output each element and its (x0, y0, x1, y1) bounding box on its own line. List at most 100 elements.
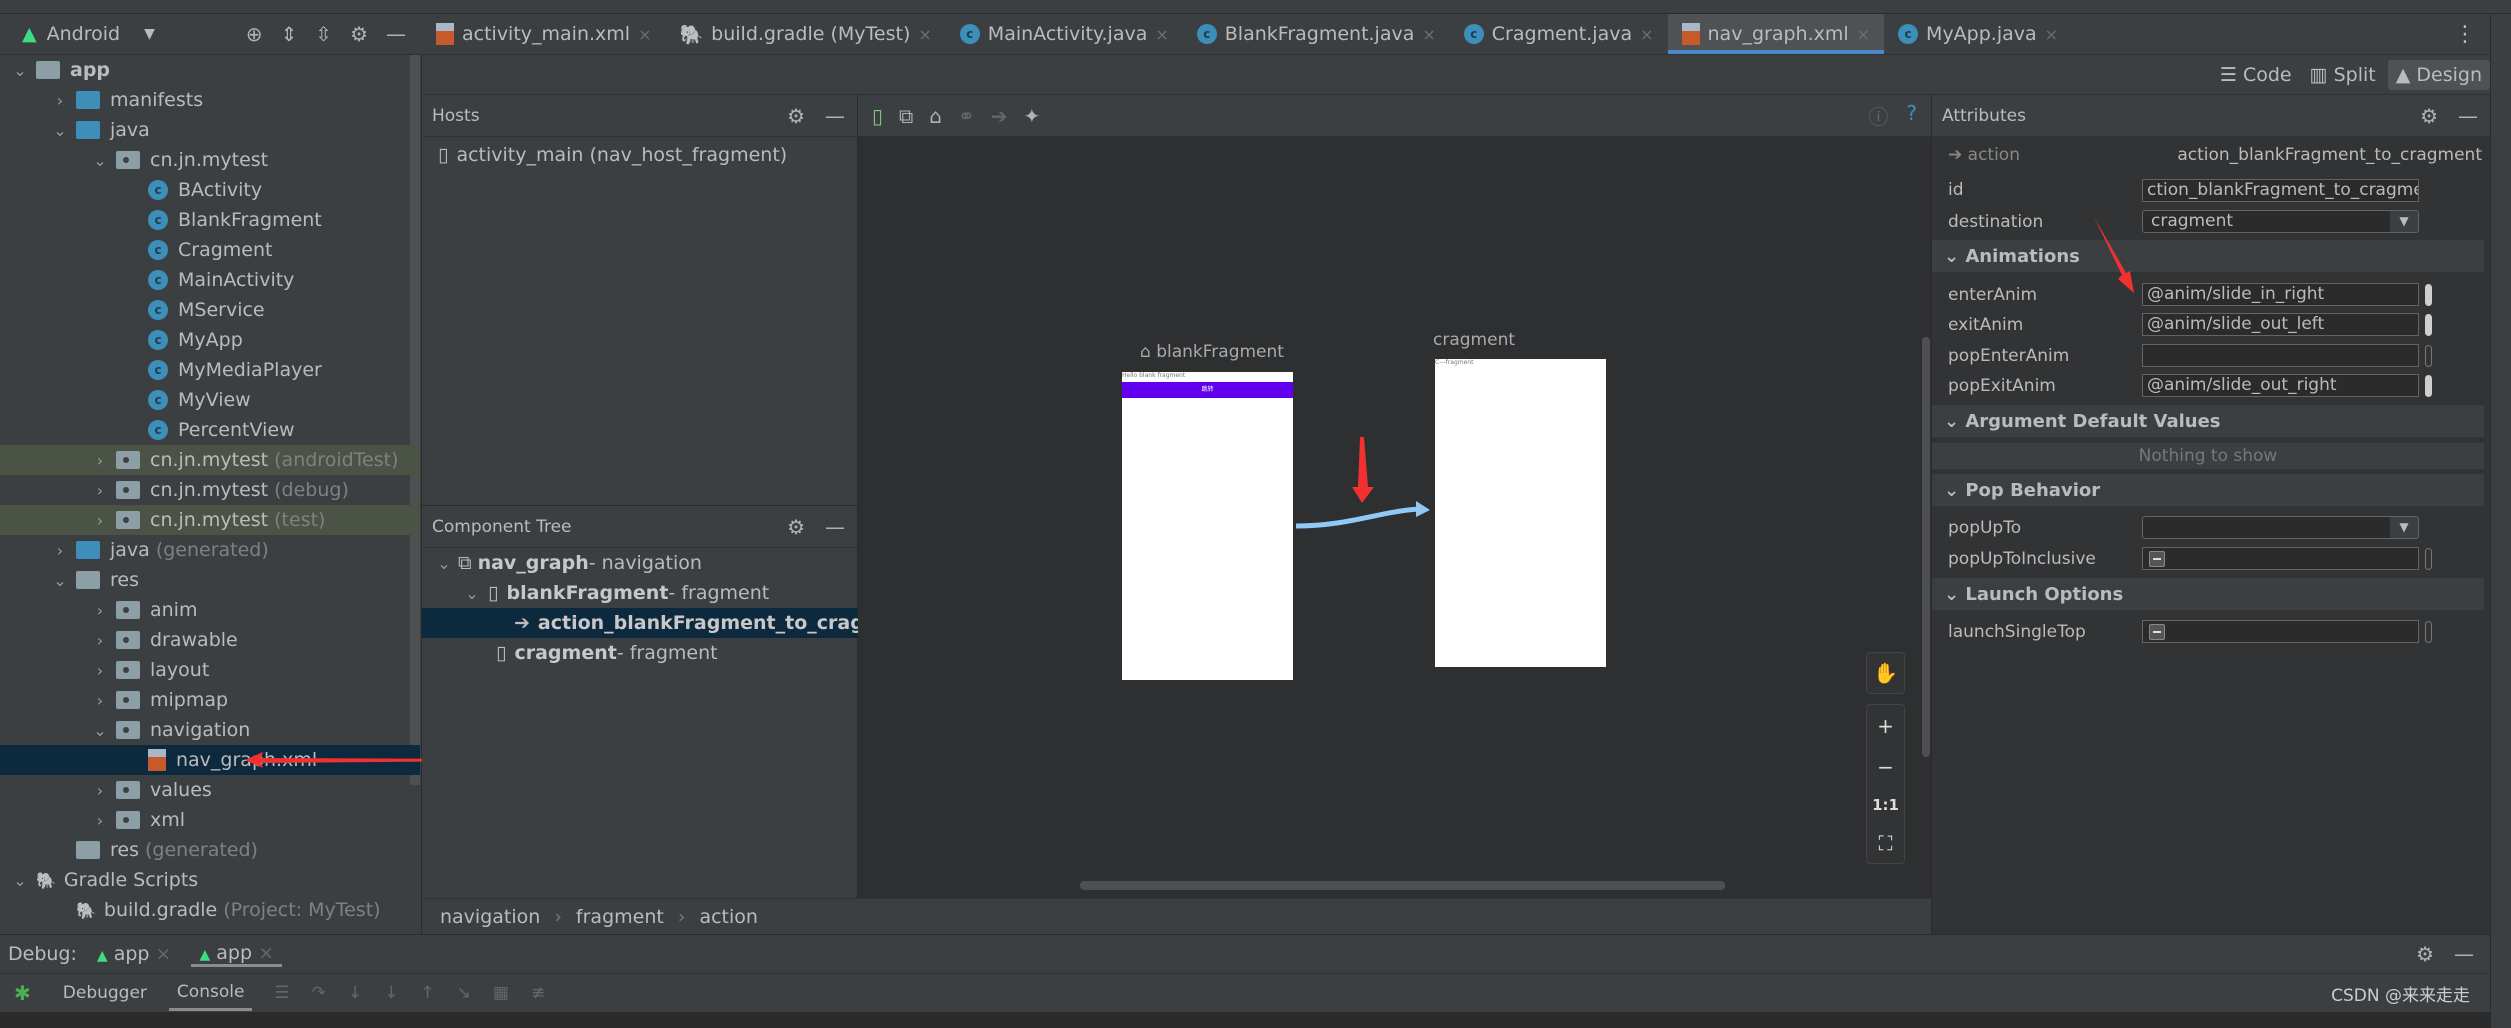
chevron-right-icon[interactable]: › (92, 661, 108, 680)
tree-item[interactable]: › java (generated) (0, 535, 420, 565)
tree-item[interactable]: › values (0, 775, 420, 805)
tab-console[interactable]: Console (168, 976, 253, 1011)
action-icon[interactable]: ➔ (991, 104, 1008, 128)
tree-item[interactable]: c Cragment (0, 235, 420, 265)
step-out-icon[interactable]: ↑ (420, 983, 434, 1003)
pop-exit-anim-field[interactable]: @anim/slide_out_right (2142, 374, 2419, 397)
tree-node-action[interactable]: ➔ action_blankFragment_to_cragment (422, 608, 858, 638)
evaluate-icon[interactable]: ▦ (493, 983, 509, 1003)
tree-node-cragment[interactable]: ▯ cragment - fragment (422, 638, 858, 668)
resource-picker[interactable] (2425, 345, 2432, 367)
chevron-right-icon[interactable]: › (52, 541, 68, 560)
tree-item[interactable]: › layout (0, 655, 420, 685)
enter-anim-field[interactable]: @anim/slide_in_right (2142, 283, 2419, 306)
minimize-icon[interactable]: — (825, 515, 845, 539)
tree-item[interactable]: ⌄ 🐘 Gradle Scripts (0, 865, 420, 895)
step-into-icon[interactable]: ↓ (348, 983, 362, 1003)
close-icon[interactable]: × (1422, 25, 1435, 44)
resource-picker[interactable] (2425, 375, 2432, 397)
host-item[interactable]: ▯ activity_main (nav_host_fragment) (422, 140, 858, 170)
resource-picker[interactable] (2425, 621, 2432, 643)
section-launch-options[interactable]: ⌄ Launch Options (1932, 578, 2484, 610)
tree-item[interactable]: ⌄ cn.jn.mytest (0, 145, 420, 175)
destination-dropdown[interactable]: cragment ▼ (2142, 210, 2419, 233)
tree-item[interactable]: › xml (0, 805, 420, 835)
tristate-checkbox[interactable] (2149, 624, 2165, 640)
trace-icon[interactable]: ≢ (531, 983, 545, 1003)
action-arrow[interactable] (858, 137, 1931, 898)
minimize-icon[interactable]: — (2454, 942, 2474, 966)
chevron-right-icon[interactable]: › (92, 631, 108, 650)
gear-icon[interactable]: ⚙ (350, 22, 368, 46)
tree-item[interactable]: › mipmap (0, 685, 420, 715)
bug-icon[interactable]: ✱ (0, 981, 31, 1005)
vertical-scrollbar[interactable] (1922, 337, 1930, 757)
chevron-right-icon[interactable]: › (92, 451, 108, 470)
minimize-icon[interactable]: — (386, 22, 406, 46)
tree-item[interactable]: ⌄ navigation (0, 715, 420, 745)
tree-item[interactable]: c MyMediaPlayer (0, 355, 420, 385)
chevron-right-icon[interactable]: › (92, 601, 108, 620)
breadcrumb-item[interactable]: action (699, 906, 757, 928)
chevron-down-icon[interactable]: ⌄ (52, 121, 68, 140)
editor-tab[interactable]: c Cragment.java × (1450, 14, 1668, 54)
chevron-down-icon[interactable]: ⌄ (436, 554, 452, 573)
tree-item[interactable]: c BActivity (0, 175, 420, 205)
resource-picker[interactable] (2425, 314, 2432, 336)
threads-icon[interactable]: ☰ (274, 983, 289, 1003)
home-icon[interactable]: ⌂ (929, 104, 942, 128)
zoom-out-icon[interactable]: − (1877, 755, 1894, 779)
tree-item[interactable]: › cn.jn.mytest (androidTest) (0, 445, 420, 475)
close-icon[interactable]: × (918, 25, 931, 44)
chevron-down-icon[interactable]: ⌄ (92, 151, 108, 170)
chevron-right-icon[interactable]: › (52, 91, 68, 110)
tree-item[interactable]: 🐘 build.gradle (Project: MyTest) (0, 895, 420, 925)
collapse-all-icon[interactable]: ⇳ (315, 22, 332, 46)
horizontal-scrollbar[interactable] (1080, 881, 1725, 890)
chevron-right-icon[interactable]: › (92, 481, 108, 500)
chevron-right-icon[interactable]: › (92, 511, 108, 530)
warning-icon[interactable]: ⓘ (1868, 101, 1888, 130)
auto-arrange-icon[interactable]: ✦ (1024, 104, 1041, 128)
close-icon[interactable]: × (1155, 25, 1168, 44)
gear-icon[interactable]: ⚙ (2420, 104, 2438, 128)
editor-tab[interactable]: c MyApp.java × (1884, 14, 2072, 54)
section-animations[interactable]: ⌄ Animations (1932, 240, 2484, 272)
force-step-into-icon[interactable]: ↓ (384, 983, 398, 1003)
pop-enter-anim-field[interactable] (2142, 344, 2419, 367)
design-mode-button[interactable]: ▲ Design (2387, 60, 2490, 90)
split-mode-button[interactable]: ▥ Split (2304, 64, 2382, 86)
help-icon[interactable]: ? (1906, 101, 1917, 130)
run-to-cursor-icon[interactable]: ↘ (457, 983, 471, 1003)
zoom-actual-size[interactable]: 1:1 (1872, 796, 1899, 814)
chevron-down-icon[interactable]: ⌄ (12, 61, 28, 80)
editor-tab[interactable]: 🐘 build.gradle (MyTest) × (665, 14, 945, 54)
chevron-down-icon[interactable]: ⌄ (52, 571, 68, 590)
tree-item[interactable]: › cn.jn.mytest (test) (0, 505, 420, 535)
gear-icon[interactable]: ⚙ (2416, 942, 2434, 966)
more-tabs-icon[interactable]: ⋮ (2440, 14, 2490, 54)
new-destination-icon[interactable]: ▯ (872, 104, 883, 128)
gear-icon[interactable]: ⚙ (787, 104, 805, 128)
id-field[interactable]: ction_blankFragment_to_cragment (2142, 179, 2419, 202)
chevron-down-icon[interactable]: ⌄ (12, 871, 28, 890)
nav-graph-canvas[interactable]: ⌂ blankFragment Hello blank fragment 跳转 … (858, 137, 1931, 898)
section-argument-defaults[interactable]: ⌄ Argument Default Values (1932, 405, 2484, 437)
pop-up-to-dropdown[interactable]: ▼ (2142, 516, 2419, 539)
code-mode-button[interactable]: ☰ Code (2214, 64, 2298, 86)
tree-item[interactable]: c MyApp (0, 325, 420, 355)
tree-node-nav-graph[interactable]: ⌄ ⧉ nav_graph - navigation (422, 548, 858, 578)
chevron-right-icon[interactable]: › (92, 781, 108, 800)
tree-item[interactable]: res (generated) (0, 835, 420, 865)
resource-picker[interactable] (2425, 284, 2432, 306)
editor-tab[interactable]: activity_main.xml × (422, 14, 665, 54)
minimize-icon[interactable]: — (2458, 104, 2478, 128)
tristate-checkbox[interactable] (2149, 551, 2165, 567)
pan-button[interactable]: ✋ (1866, 652, 1905, 694)
project-view-selector[interactable]: Android (47, 23, 120, 45)
tree-item[interactable]: ⌄ java (0, 115, 420, 145)
debug-session-tab[interactable]: ▲ app × (191, 942, 283, 967)
step-over-icon[interactable]: ↷ (312, 983, 326, 1003)
editor-tab[interactable]: c MainActivity.java × (946, 14, 1183, 54)
minimize-icon[interactable]: — (825, 104, 845, 128)
